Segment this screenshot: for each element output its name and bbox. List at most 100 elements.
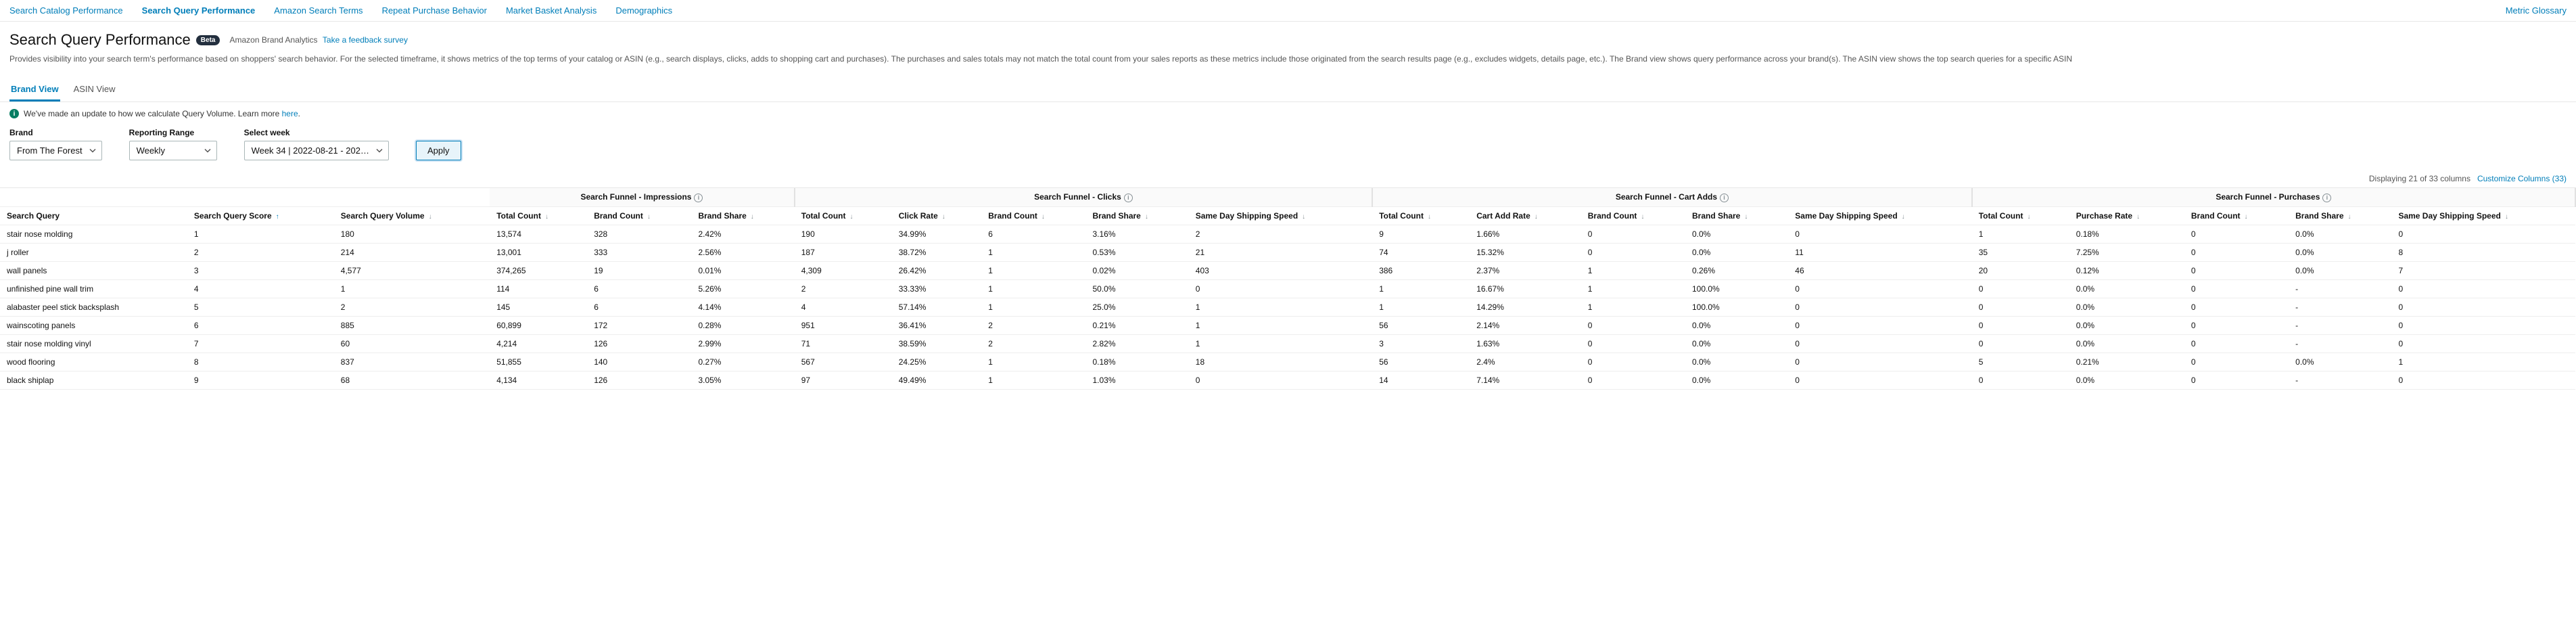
table-cell: 180 [334,225,490,243]
table-row[interactable]: black shiplap9684,1341263.05%9749.49%11.… [0,371,2575,389]
banner-learn-more-link[interactable]: here [282,109,298,118]
col-ca-rate[interactable]: Cart Add Rate↓ [1470,206,1581,225]
table-cell: wood flooring [0,353,187,371]
brand-value: From The Forest [17,145,83,156]
col-p-brand-share[interactable]: Brand Share↓ [2289,206,2391,225]
table-cell: 4.14% [691,298,794,316]
table-cell: 2.14% [1470,316,1581,334]
table-cell: 7 [2391,261,2575,279]
info-icon[interactable]: i [1124,194,1133,202]
brand-dropdown[interactable]: From The Forest [9,141,102,160]
table-cell: 38.72% [892,243,981,261]
col-sq-volume[interactable]: Search Query Volume↓ [334,206,490,225]
col-ca-same-day[interactable]: Same Day Shipping Speed↓ [1788,206,1971,225]
group-purchases-label: Search Funnel - Purchases [2216,192,2320,202]
table-cell: 0 [2391,371,2575,389]
col-imp-total[interactable]: Total Count↓ [490,206,587,225]
sort-desc-icon: ↓ [2245,213,2248,221]
table-cell: 24.25% [892,353,981,371]
col-clk-same-day[interactable]: Same Day Shipping Speed↓ [1189,206,1372,225]
table-cell: 11 [1788,243,1971,261]
col-label: Search Query Volume [341,211,425,221]
info-icon[interactable]: i [2322,194,2331,202]
table-cell: 0.0% [1685,316,1788,334]
col-clk-brand-share[interactable]: Brand Share↓ [1085,206,1188,225]
nav-link-query[interactable]: Search Query Performance [142,5,256,16]
col-p-same-day[interactable]: Same Day Shipping Speed↓ [2391,206,2575,225]
table-row[interactable]: stair nose molding vinyl7604,2141262.99%… [0,334,2575,353]
table-cell: 6 [981,225,1085,243]
table-cell: 126 [587,334,691,353]
table-row[interactable]: stair nose molding118013,5743282.42%1903… [0,225,2575,243]
week-dropdown[interactable]: Week 34 | 2022-08-21 - 202… [244,141,389,160]
metric-glossary-link[interactable]: Metric Glossary [2506,5,2567,16]
col-p-brand-count[interactable]: Brand Count↓ [2184,206,2289,225]
table-cell: 837 [334,353,490,371]
data-table: Search Funnel - Impressionsi Search Funn… [0,188,2576,390]
table-row[interactable]: alabaster peel stick backsplash5214564.1… [0,298,2575,316]
col-ca-total[interactable]: Total Count↓ [1372,206,1470,225]
info-icon[interactable]: i [694,194,703,202]
table-row[interactable]: wainscoting panels688560,8991720.28%9513… [0,316,2575,334]
table-cell: 1 [981,243,1085,261]
col-imp-brand-share[interactable]: Brand Share ↓ [691,206,794,225]
table-cell: 25.0% [1085,298,1188,316]
table-cell: 3 [1372,334,1470,353]
table-cell: 19 [587,261,691,279]
info-icon[interactable]: i [1720,194,1729,202]
col-clk-rate[interactable]: Click Rate↓ [892,206,981,225]
col-sq-score[interactable]: Search Query Score↑ [187,206,334,225]
table-row[interactable]: wood flooring883751,8551400.27%56724.25%… [0,353,2575,371]
nav-link-demographics[interactable]: Demographics [615,5,672,16]
table-cell: 1 [981,371,1085,389]
table-cell: 2 [1189,225,1372,243]
sort-desc-icon: ↓ [545,213,548,221]
customize-columns-link[interactable]: Customize Columns (33) [2477,174,2567,183]
range-dropdown[interactable]: Weekly [129,141,217,160]
table-cell: wainscoting panels [0,316,187,334]
nav-link-repeat-purchase[interactable]: Repeat Purchase Behavior [382,5,487,16]
table-cell: 1 [981,298,1085,316]
col-label: Brand Count [988,211,1037,221]
col-ca-brand-share[interactable]: Brand Share↓ [1685,206,1788,225]
nav-link-search-terms[interactable]: Amazon Search Terms [274,5,362,16]
table-cell: 0.21% [2069,353,2184,371]
filter-range: Reporting Range Weekly [129,128,217,160]
table-row[interactable]: wall panels34,577374,265190.01%4,30926.4… [0,261,2575,279]
table-row[interactable]: unfinished pine wall trim4111465.26%233.… [0,279,2575,298]
tab-brand-view[interactable]: Brand View [9,78,60,101]
table-container[interactable]: Search Funnel - Impressionsi Search Funn… [0,187,2576,390]
filter-brand: Brand From The Forest [9,128,102,160]
table-cell: 0 [1788,353,1971,371]
sort-desc-icon: ↓ [1902,213,1905,221]
col-label: Total Count [1379,211,1424,221]
col-search-query[interactable]: Search Query [0,206,187,225]
table-cell: 13,574 [490,225,587,243]
table-cell: 100.0% [1685,279,1788,298]
table-cell: 100.0% [1685,298,1788,316]
col-p-total[interactable]: Total Count↓ [1972,206,2069,225]
table-cell: 56 [1372,353,1470,371]
table-cell: 0 [1972,371,2069,389]
table-cell: 5 [1972,353,2069,371]
table-cell: 34.99% [892,225,981,243]
nav-link-market-basket[interactable]: Market Basket Analysis [506,5,596,16]
table-cell: 0 [1788,334,1971,353]
table-cell: 1.63% [1470,334,1581,353]
col-label: Brand Share [698,211,746,221]
sort-desc-icon: ↓ [751,213,754,221]
columns-meta: Displaying 21 of 33 columns Customize Co… [0,170,2576,187]
col-p-rate[interactable]: Purchase Rate↓ [2069,206,2184,225]
table-cell: 0 [1788,298,1971,316]
table-cell: 97 [795,371,892,389]
table-row[interactable]: j roller221413,0013332.56%18738.72%10.53… [0,243,2575,261]
apply-button[interactable]: Apply [416,141,461,160]
table-cell: 1 [1189,298,1372,316]
col-imp-brand-count[interactable]: Brand Count↓ [587,206,691,225]
col-clk-brand-count[interactable]: Brand Count↓ [981,206,1085,225]
col-ca-brand-count[interactable]: Brand Count↓ [1581,206,1685,225]
tab-asin-view[interactable]: ASIN View [72,78,117,101]
feedback-link[interactable]: Take a feedback survey [323,35,408,45]
col-clk-total[interactable]: Total Count↓ [795,206,892,225]
nav-link-catalog[interactable]: Search Catalog Performance [9,5,123,16]
